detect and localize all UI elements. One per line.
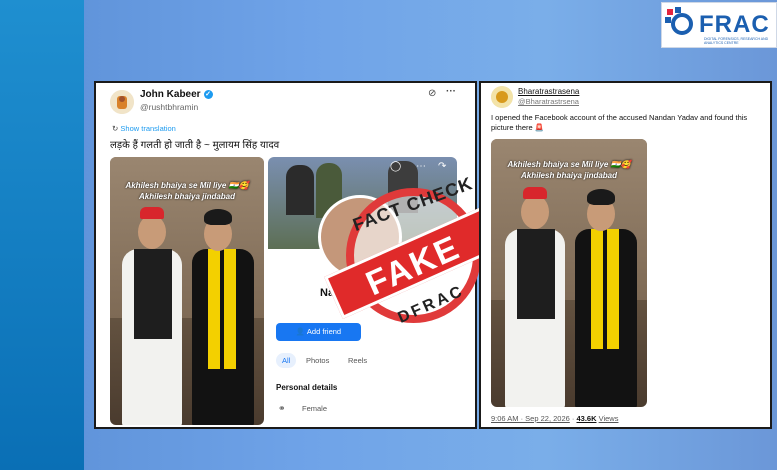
tweet-photo[interactable]: Akhilesh bhaiya se Mil liye 🇮🇳🥰 Akhilesh… (491, 139, 647, 407)
photo-caption-line2: Akhilesh bhaiya jindabad (520, 171, 618, 180)
author-handle[interactable]: @rushtbhramin (140, 102, 198, 112)
fb-personal-details-heading: Personal details (276, 383, 338, 392)
show-translation-label: Show translation (120, 124, 176, 133)
tweet-timestamp[interactable]: 9:06 AM · Sep 22, 2026 (491, 414, 570, 423)
tweet-meta: 9:06 AM · Sep 22, 2026 · 43.6K Views (491, 414, 619, 423)
add-friend-icon: 👤 (295, 327, 306, 336)
fact-check-fake-stamp: FACT CHECK FAKE DFRAC (318, 173, 500, 336)
fb-tab-photos[interactable]: Photos (306, 356, 329, 365)
tweet-text: लड़के हैं गलती हो जाती है ~ मुलायम सिंह … (110, 140, 280, 151)
dfrac-logo-mark (665, 7, 701, 43)
logo-tagline: DIGITAL FORENSICS, RESEARCH AND ANALYTIC… (704, 37, 769, 45)
fb-story-icon[interactable]: ◯ (390, 161, 401, 172)
tweet-text: I opened the Facebook account of the acc… (491, 113, 748, 132)
views-count: 43.6K (576, 414, 597, 423)
more-options-icon[interactable]: ··· (446, 86, 456, 97)
gender-icon: ⚭ (278, 403, 286, 413)
photo-caption-line1: Akhilesh bhaiya se Mil liye 🇮🇳🥰 (507, 160, 631, 169)
author-avatar[interactable] (110, 90, 134, 114)
author-name[interactable]: Bharatrastrasena (518, 87, 579, 96)
grok-icon[interactable]: ⊘ (428, 88, 436, 99)
photo-caption-line1: Akhilesh bhaiya se Mil liye 🇮🇳🥰 (125, 181, 249, 190)
logo-text: FRAC (699, 11, 770, 38)
author-handle[interactable]: @Bharatrastrsena (518, 97, 579, 106)
author-name-text: John Kabeer (140, 89, 201, 100)
author-avatar[interactable] (491, 86, 513, 108)
translate-icon: ↻ (112, 124, 119, 133)
dfrac-logo: FRAC DIGITAL FORENSICS, RESEARCH AND ANA… (661, 2, 777, 48)
verified-badge-icon: ✓ (203, 89, 213, 99)
fb-tab-all[interactable]: All (276, 353, 297, 368)
fb-gender-value: Female (302, 404, 328, 413)
fb-tab-reels[interactable]: Reels (348, 356, 367, 365)
tweet-photo[interactable]: Akhilesh bhaiya se Mil liye 🇮🇳🥰 Akhilesh… (110, 157, 264, 425)
show-translation-link[interactable]: ↻ Show translation (112, 124, 176, 133)
photo-caption-line2: Akhilesh bhaiya jindabad (138, 192, 236, 201)
left-accent-strip (0, 0, 84, 470)
fb-share-icon[interactable]: ↷ (438, 161, 446, 172)
author-name[interactable]: John Kabeer ✓ (140, 89, 213, 100)
views-label: Views (598, 414, 619, 423)
fb-more-icon[interactable]: ⋯ (416, 161, 426, 172)
right-tweet-card: Bharatrastrasena @Bharatrastrsena I open… (479, 81, 772, 429)
